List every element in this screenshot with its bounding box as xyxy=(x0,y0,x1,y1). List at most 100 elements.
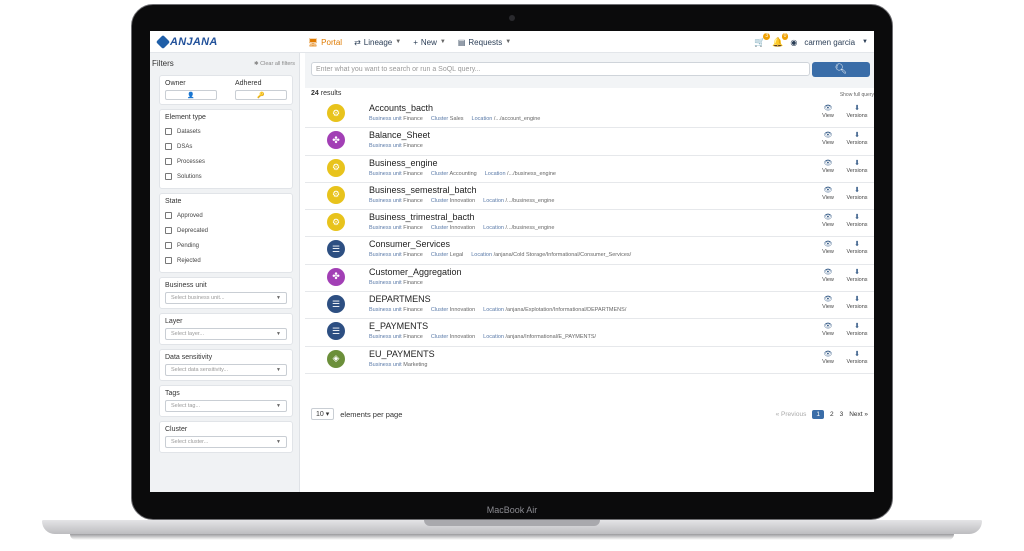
checkbox-option[interactable]: Processes xyxy=(165,154,287,169)
logo[interactable]: ANJANA xyxy=(155,34,218,50)
versions-button[interactable]: ⬇ Versions xyxy=(844,322,870,337)
versions-button[interactable]: ⬇ Versions xyxy=(844,186,870,201)
result-row[interactable]: ⚙ Accounts_bacth Business unit Finance Clus… xyxy=(305,101,874,129)
view-button[interactable]: 👁 View xyxy=(815,213,841,228)
view-button[interactable]: 👁 View xyxy=(815,104,841,119)
nav-lineage[interactable]: ⇄ Lineage ▼ xyxy=(354,38,401,47)
view-button[interactable]: 👁 View xyxy=(815,240,841,255)
view-button[interactable]: 👁 View xyxy=(815,322,841,337)
plus-icon: + xyxy=(413,37,418,47)
result-name[interactable]: Balance_Sheet xyxy=(369,130,430,140)
versions-button[interactable]: ⬇ Versions xyxy=(844,159,870,174)
filters-title: Filters xyxy=(152,59,174,68)
clear-filters-link[interactable]: ✱ Clear all filters xyxy=(254,61,295,67)
owner-button[interactable]: 👤 xyxy=(165,90,217,100)
dsa-icon: ✤ xyxy=(327,131,345,150)
versions-button[interactable]: ⬇ Versions xyxy=(844,268,870,283)
page-size-select[interactable]: 10 ▾ xyxy=(311,408,335,420)
caret-down-icon: ▼ xyxy=(505,39,512,45)
select-dropdown[interactable]: Select data sensitivity... ▼ xyxy=(165,364,287,376)
versions-button[interactable]: ⬇ Versions xyxy=(844,104,870,119)
eye-icon: 👁 xyxy=(823,159,833,167)
dataset-icon: ☰ xyxy=(327,322,345,341)
bell-badge: 0 xyxy=(781,32,789,40)
select-dropdown[interactable]: Select tag... ▼ xyxy=(165,400,287,412)
view-button[interactable]: 👁 View xyxy=(815,350,841,365)
result-row[interactable]: ⚙ Business_semestral_batch Business unit F… xyxy=(305,183,874,211)
cart-badge: 3 xyxy=(763,32,771,40)
nav-portal[interactable]: 🖥 Portal xyxy=(308,38,342,47)
versions-button[interactable]: ⬇ Versions xyxy=(844,131,870,146)
view-button[interactable]: 👁 View xyxy=(815,131,841,146)
result-row[interactable]: ✤ Balance_Sheet Business unit Finance 👁 View… xyxy=(305,128,874,156)
result-name[interactable]: Accounts_bacth xyxy=(369,103,433,113)
checkbox[interactable] xyxy=(165,143,172,150)
select-dropdown[interactable]: Select layer... ▼ xyxy=(165,328,287,340)
result-row[interactable]: ☰ Consumer_Services Business unit Finance C… xyxy=(305,237,874,265)
result-row[interactable]: ⚙ Business_engine Business unit Finance Clu… xyxy=(305,156,874,183)
previous-page-link[interactable]: « Previous xyxy=(776,411,807,418)
page-2-link[interactable]: 2 xyxy=(830,411,834,418)
bell-icon[interactable]: 🔔 0 xyxy=(772,32,789,48)
result-name[interactable]: Customer_Aggregation xyxy=(369,267,462,277)
checkbox-option[interactable]: Deprecated xyxy=(165,223,287,238)
result-name[interactable]: Business_trimestral_bacth xyxy=(369,212,475,222)
nav-requests[interactable]: ▤ Requests ▼ xyxy=(458,38,511,47)
checkbox-option[interactable]: Pending xyxy=(165,238,287,253)
user-name[interactable]: carmen garcia xyxy=(804,38,855,47)
adhered-button[interactable]: 🔑 xyxy=(235,90,287,100)
show-full-query-link[interactable]: Show full query xyxy=(840,92,874,98)
versions-button[interactable]: ⬇ Versions xyxy=(844,350,870,365)
result-name[interactable]: Business_semestral_batch xyxy=(369,185,477,195)
result-row[interactable]: ✤ Customer_Aggregation Business unit Finan… xyxy=(305,265,874,293)
result-row[interactable]: ⚙ Business_trimestral_bacth Business unit … xyxy=(305,210,874,238)
result-name[interactable]: Consumer_Services xyxy=(369,239,450,249)
eye-icon: 👁 xyxy=(823,268,833,276)
checkbox[interactable] xyxy=(165,227,172,234)
checkbox-label: Processes xyxy=(177,158,206,165)
view-button[interactable]: 👁 View xyxy=(815,268,841,283)
result-row[interactable]: ☰ DEPARTMENS Business unit Finance Cluster … xyxy=(305,292,874,320)
result-row[interactable]: ◈ EU_PAYMENTS Business unit Marketing 👁 View… xyxy=(305,347,874,374)
checkbox-option[interactable]: Rejected xyxy=(165,253,287,268)
nav-new[interactable]: + New ▼ xyxy=(413,38,446,47)
result-name[interactable]: EU_PAYMENTS xyxy=(369,349,435,359)
result-metadata: Business unit Finance Cluster Innovation L… xyxy=(369,307,627,314)
page-1-link[interactable]: 1 xyxy=(812,410,824,419)
result-name[interactable]: E_PAYMENTS xyxy=(369,321,428,331)
eye-icon: 👁 xyxy=(823,241,833,249)
search-button[interactable]: 🔍︎ xyxy=(812,62,870,77)
checkbox[interactable] xyxy=(165,212,172,219)
user-avatar-icon[interactable]: ◉ xyxy=(790,38,797,47)
view-button[interactable]: 👁 View xyxy=(815,159,841,174)
checkbox[interactable] xyxy=(165,173,172,180)
result-name[interactable]: DEPARTMENS xyxy=(369,294,431,304)
checkbox[interactable] xyxy=(165,242,172,249)
select-dropdown[interactable]: Select business unit... ▼ xyxy=(165,292,287,304)
cart-icon[interactable]: 🛒 3 xyxy=(754,32,771,48)
versions-button[interactable]: ⬇ Versions xyxy=(844,240,870,255)
view-button[interactable]: 👁 View xyxy=(815,295,841,310)
next-page-link[interactable]: Next » xyxy=(849,411,868,418)
checkbox[interactable] xyxy=(165,257,172,264)
checkbox-option[interactable]: Approved xyxy=(165,208,287,223)
chevron-down-icon[interactable]: ▼ xyxy=(862,39,868,45)
eye-icon: 👁 xyxy=(823,132,833,140)
checkbox[interactable] xyxy=(165,128,172,135)
select-dropdown[interactable]: Select cluster... ▼ xyxy=(165,436,287,448)
process-icon: ⚙ xyxy=(327,104,345,122)
checkbox-option[interactable]: DSAs xyxy=(165,139,287,154)
checkbox-option[interactable]: Solutions xyxy=(165,169,287,184)
page-3-link[interactable]: 3 xyxy=(840,411,844,418)
versions-button[interactable]: ⬇ Versions xyxy=(844,213,870,228)
versions-button[interactable]: ⬇ Versions xyxy=(844,295,870,310)
device-label: MacBook Air xyxy=(486,505,538,515)
filters-sidebar: Filters ✱ Clear all filters Owner 👤 Adhe… xyxy=(150,53,300,492)
search-input[interactable]: Enter what you want to search or run a S… xyxy=(311,62,810,76)
view-button[interactable]: 👁 View xyxy=(815,186,841,201)
checkbox-option[interactable]: Datasets xyxy=(165,124,287,139)
checkbox[interactable] xyxy=(165,158,172,165)
result-name[interactable]: Business_engine xyxy=(369,158,438,168)
versions-icon: ⬇ xyxy=(854,105,860,112)
result-row[interactable]: ☰ E_PAYMENTS Business unit Finance Cluster … xyxy=(305,319,874,347)
